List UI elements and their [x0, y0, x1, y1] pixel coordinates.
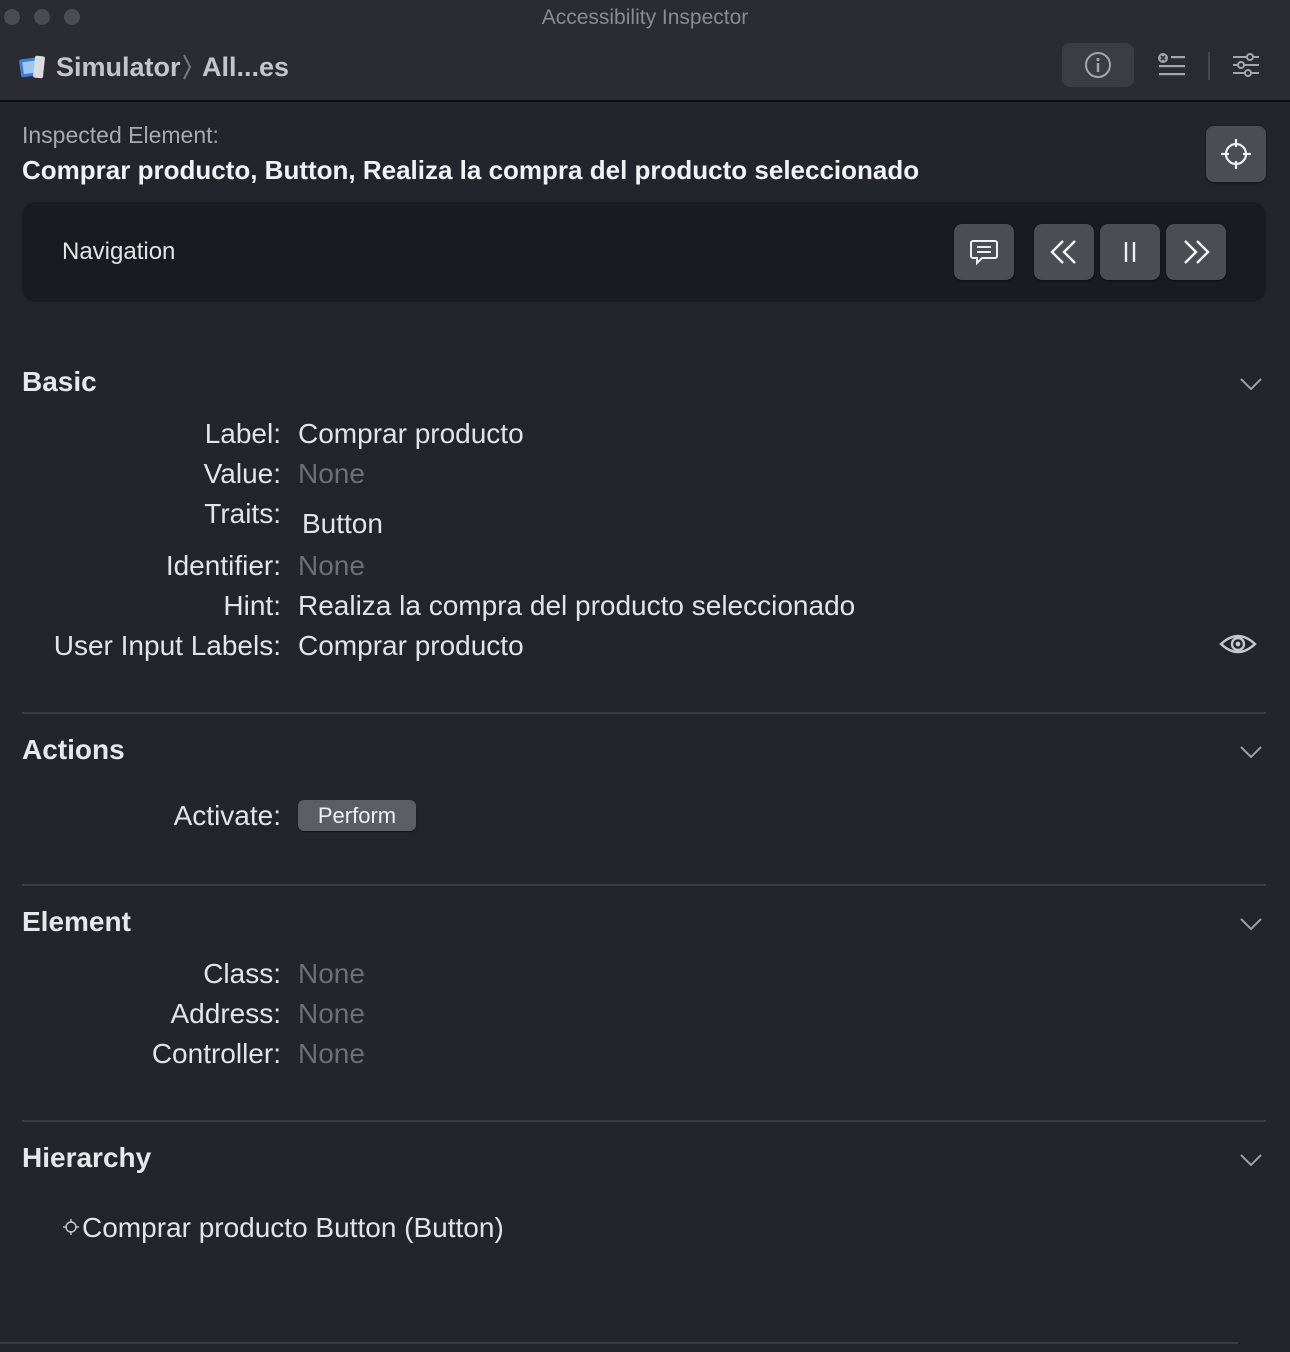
navigation-label: Navigation	[62, 238, 176, 265]
class-value: None	[298, 958, 365, 989]
info-circle-icon	[1085, 52, 1111, 78]
audit-list-icon	[1158, 53, 1185, 76]
audit-button[interactable]	[1136, 43, 1208, 87]
inspected-element-value: Comprar producto, Button, Realiza la com…	[22, 155, 920, 185]
controller-key: Controller:	[151, 1038, 281, 1069]
chevron-down-icon[interactable]	[1238, 916, 1264, 932]
traits-value: Button	[302, 508, 383, 539]
address-key: Address:	[170, 998, 282, 1029]
eye-icon[interactable]	[1219, 630, 1257, 658]
hierarchy-item[interactable]: Comprar producto Button (Button)	[82, 1212, 504, 1244]
section-title-basic[interactable]: Basic	[22, 366, 97, 398]
speech-bubble-icon	[970, 240, 998, 266]
section-title-actions[interactable]: Actions	[22, 734, 125, 766]
chevron-down-icon[interactable]	[1238, 1152, 1264, 1168]
crosshair-icon	[63, 1219, 79, 1235]
section-divider	[22, 712, 1266, 714]
navigation-panel: Navigation	[22, 202, 1266, 302]
chevron-down-icon[interactable]	[1238, 376, 1264, 392]
next-icon	[1184, 240, 1210, 264]
bottom-divider	[0, 1342, 1238, 1344]
user-input-labels-key: User Input Labels:	[53, 630, 281, 661]
point-to-inspect-button[interactable]	[1206, 126, 1266, 182]
section-divider	[22, 1120, 1266, 1122]
pause-icon	[1124, 242, 1136, 262]
address-value: None	[298, 998, 365, 1029]
breadcrumb-simulator[interactable]: Simulator	[56, 52, 181, 83]
next-element-button[interactable]	[1166, 224, 1226, 280]
speak-button[interactable]	[954, 224, 1014, 280]
value-key: Value:	[203, 458, 281, 489]
pause-button[interactable]	[1100, 224, 1160, 280]
inspector-info-button[interactable]	[1062, 43, 1134, 87]
hint-key: Hint:	[223, 590, 281, 621]
identifier-value: None	[298, 550, 365, 581]
label-key: Label:	[204, 418, 281, 449]
perform-button[interactable]: Perform	[298, 800, 416, 831]
controller-value: None	[298, 1038, 365, 1069]
previous-icon	[1050, 240, 1076, 264]
simulator-app-icon	[19, 55, 45, 79]
section-divider	[22, 884, 1266, 886]
crosshair-target-icon	[1221, 139, 1251, 169]
window-titlebar: Accessibility Inspector	[0, 0, 1290, 34]
sliders-icon	[1233, 53, 1259, 77]
breadcrumb-chevron-icon	[183, 54, 192, 80]
label-value: Comprar producto	[298, 418, 524, 449]
inspected-element-caption: Inspected Element:	[22, 122, 219, 148]
traits-key: Traits:	[204, 498, 281, 529]
class-key: Class:	[203, 958, 281, 989]
window-title: Accessibility Inspector	[541, 6, 749, 29]
breadcrumb-target[interactable]: All...es	[202, 52, 289, 83]
activate-key: Activate:	[173, 800, 281, 831]
value-value: None	[298, 458, 365, 489]
chevron-down-icon[interactable]	[1238, 744, 1264, 760]
identifier-key: Identifier:	[165, 550, 281, 581]
user-input-labels-value: Comprar producto	[298, 630, 524, 661]
section-title-element[interactable]: Element	[22, 906, 131, 938]
settings-button[interactable]	[1210, 43, 1282, 87]
section-title-hierarchy[interactable]: Hierarchy	[22, 1142, 151, 1174]
hint-value: Realiza la compra del producto seleccion…	[298, 590, 856, 621]
previous-element-button[interactable]	[1034, 224, 1094, 280]
toolbar: Simulator All...es	[0, 34, 1290, 102]
